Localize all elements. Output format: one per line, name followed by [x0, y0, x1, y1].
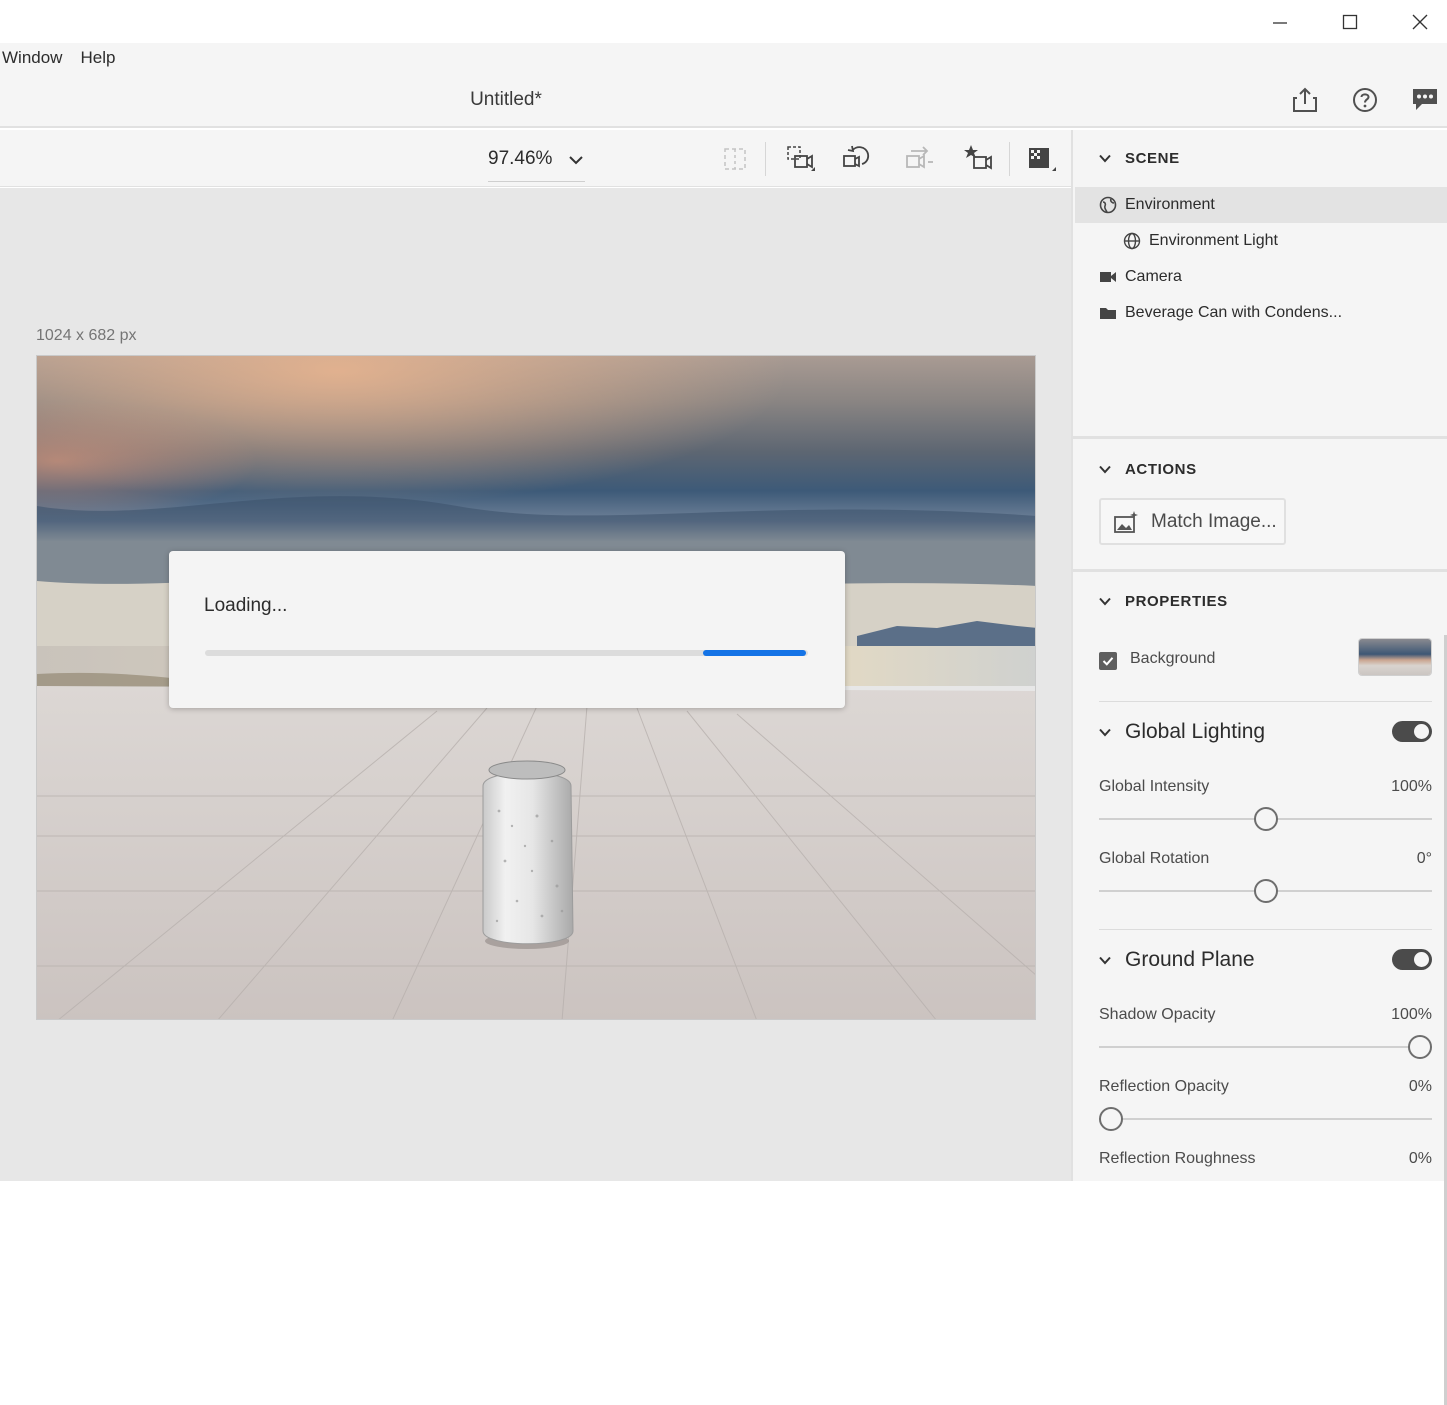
actions-section-title: ACTIONS: [1125, 461, 1197, 478]
feedback-icon[interactable]: [1410, 85, 1440, 115]
background-row: Background: [1099, 638, 1432, 676]
toolbar-divider: [1009, 142, 1010, 176]
actions-section-header[interactable]: ACTIONS: [1099, 461, 1197, 478]
camera-icon: [1099, 268, 1117, 286]
section-divider: [1073, 569, 1447, 572]
shadow-opacity-thumb[interactable]: [1408, 1035, 1432, 1059]
global-rotation-label: Global Rotation: [1099, 850, 1210, 867]
shadow-opacity-slider[interactable]: [1099, 1046, 1432, 1048]
global-lighting-toggle[interactable]: [1392, 721, 1432, 742]
camera-pan-icon[interactable]: [901, 142, 935, 176]
environment-icon: [1099, 196, 1117, 214]
camera-orbit-icon[interactable]: [840, 142, 874, 176]
zoom-dropdown[interactable]: 97.46%: [488, 142, 585, 182]
menu-window[interactable]: Window: [0, 48, 71, 68]
global-rotation-thumb[interactable]: [1253, 879, 1278, 903]
reflection-opacity-label: Reflection Opacity: [1099, 1078, 1229, 1095]
tree-item-camera[interactable]: Camera: [1075, 259, 1447, 295]
reflection-roughness-row: Reflection Roughness 0%: [1099, 1150, 1432, 1181]
tree-item-environment[interactable]: Environment: [1075, 187, 1447, 223]
global-lighting-header[interactable]: Global Lighting: [1099, 717, 1432, 747]
reflection-roughness-value: 0%: [1408, 1150, 1432, 1167]
reflection-roughness-label: Reflection Roughness: [1099, 1150, 1256, 1167]
scene-section-title: SCENE: [1125, 150, 1180, 167]
properties-panel: SCENE Environment Environment Light Came…: [1071, 130, 1447, 1405]
chevron-down-icon: [1099, 154, 1111, 163]
tree-item-label: Camera: [1125, 268, 1182, 285]
chevron-down-icon: [1099, 465, 1111, 474]
reflection-opacity-slider[interactable]: [1099, 1118, 1432, 1120]
checkmark-icon: [1102, 657, 1114, 666]
reflection-opacity-row: Reflection Opacity 0%: [1099, 1078, 1432, 1138]
background-thumbnail[interactable]: [1358, 638, 1432, 676]
camera-frame-icon[interactable]: [783, 142, 817, 176]
property-divider: [1099, 701, 1432, 702]
match-image-icon: [1114, 510, 1138, 533]
minimize-icon[interactable]: [1245, 0, 1315, 43]
menu-bar: Window Help: [0, 43, 1447, 73]
close-icon[interactable]: [1385, 0, 1447, 43]
properties-section-title: PROPERTIES: [1125, 593, 1228, 610]
loading-dialog: Loading...: [169, 551, 845, 708]
loading-text: Loading...: [204, 595, 288, 616]
tree-item-environment-light[interactable]: Environment Light: [1075, 223, 1447, 259]
global-intensity-thumb[interactable]: [1253, 807, 1278, 831]
ground-plane-title: Ground Plane: [1125, 948, 1255, 971]
ground-plane-header[interactable]: Ground Plane: [1099, 945, 1432, 975]
background-checkbox[interactable]: [1099, 652, 1117, 670]
background-label: Background: [1130, 650, 1216, 667]
shadow-opacity-label: Shadow Opacity: [1099, 1006, 1216, 1023]
document-title: Untitled*: [470, 89, 542, 110]
scene-section-header[interactable]: SCENE: [1099, 150, 1180, 167]
chevron-down-icon: [1099, 597, 1111, 606]
global-rotation-row: Global Rotation 0°: [1099, 850, 1432, 910]
canvas-size-label: 1024 x 682 px: [36, 327, 137, 344]
global-intensity-row: Global Intensity 100%: [1099, 778, 1432, 838]
shadow-opacity-row: Shadow Opacity 100%: [1099, 1006, 1432, 1066]
maximize-icon[interactable]: [1315, 0, 1385, 43]
help-icon[interactable]: [1350, 85, 1380, 115]
document-header: Untitled*: [0, 73, 1447, 128]
chevron-down-icon: [569, 156, 583, 165]
folder-icon: [1099, 304, 1117, 322]
canvas-toolbar: 97.46%: [0, 130, 1071, 187]
property-divider: [1099, 929, 1432, 930]
select-region-icon[interactable]: [718, 142, 752, 176]
loading-progress-fill: [703, 650, 806, 656]
menu-help[interactable]: Help: [71, 48, 124, 68]
shadow-opacity-value: 100%: [1391, 1006, 1432, 1023]
chevron-down-icon: [1099, 728, 1111, 736]
global-lighting-title: Global Lighting: [1125, 720, 1266, 743]
chevron-down-icon: [1099, 956, 1111, 964]
properties-section-header[interactable]: PROPERTIES: [1099, 593, 1228, 610]
title-bar: [0, 0, 1447, 43]
section-divider: [1073, 436, 1447, 439]
toolbar-divider: [765, 142, 766, 176]
tree-item-label: Environment: [1125, 196, 1215, 213]
global-intensity-label: Global Intensity: [1099, 778, 1210, 795]
reflection-opacity-value: 0%: [1408, 1078, 1432, 1095]
share-icon[interactable]: [1290, 85, 1320, 115]
tree-item-beverage-can[interactable]: Beverage Can with Condens...: [1075, 295, 1447, 331]
loading-progress-bar: [205, 650, 808, 656]
tree-item-label: Environment Light: [1149, 232, 1278, 249]
match-image-label: Match Image...: [1151, 510, 1277, 532]
global-intensity-value: 100%: [1391, 778, 1432, 795]
ground-plane-toggle[interactable]: [1392, 949, 1432, 970]
camera-bookmark-icon[interactable]: [962, 142, 996, 176]
render-preview-icon[interactable]: [1024, 142, 1058, 176]
tree-item-label: Beverage Can with Condens...: [1125, 304, 1343, 321]
reflection-opacity-thumb[interactable]: [1099, 1107, 1123, 1131]
zoom-value: 97.46%: [488, 148, 553, 169]
globe-icon: [1123, 232, 1141, 250]
global-rotation-value: 0°: [1416, 850, 1432, 867]
match-image-button[interactable]: Match Image...: [1099, 498, 1286, 545]
